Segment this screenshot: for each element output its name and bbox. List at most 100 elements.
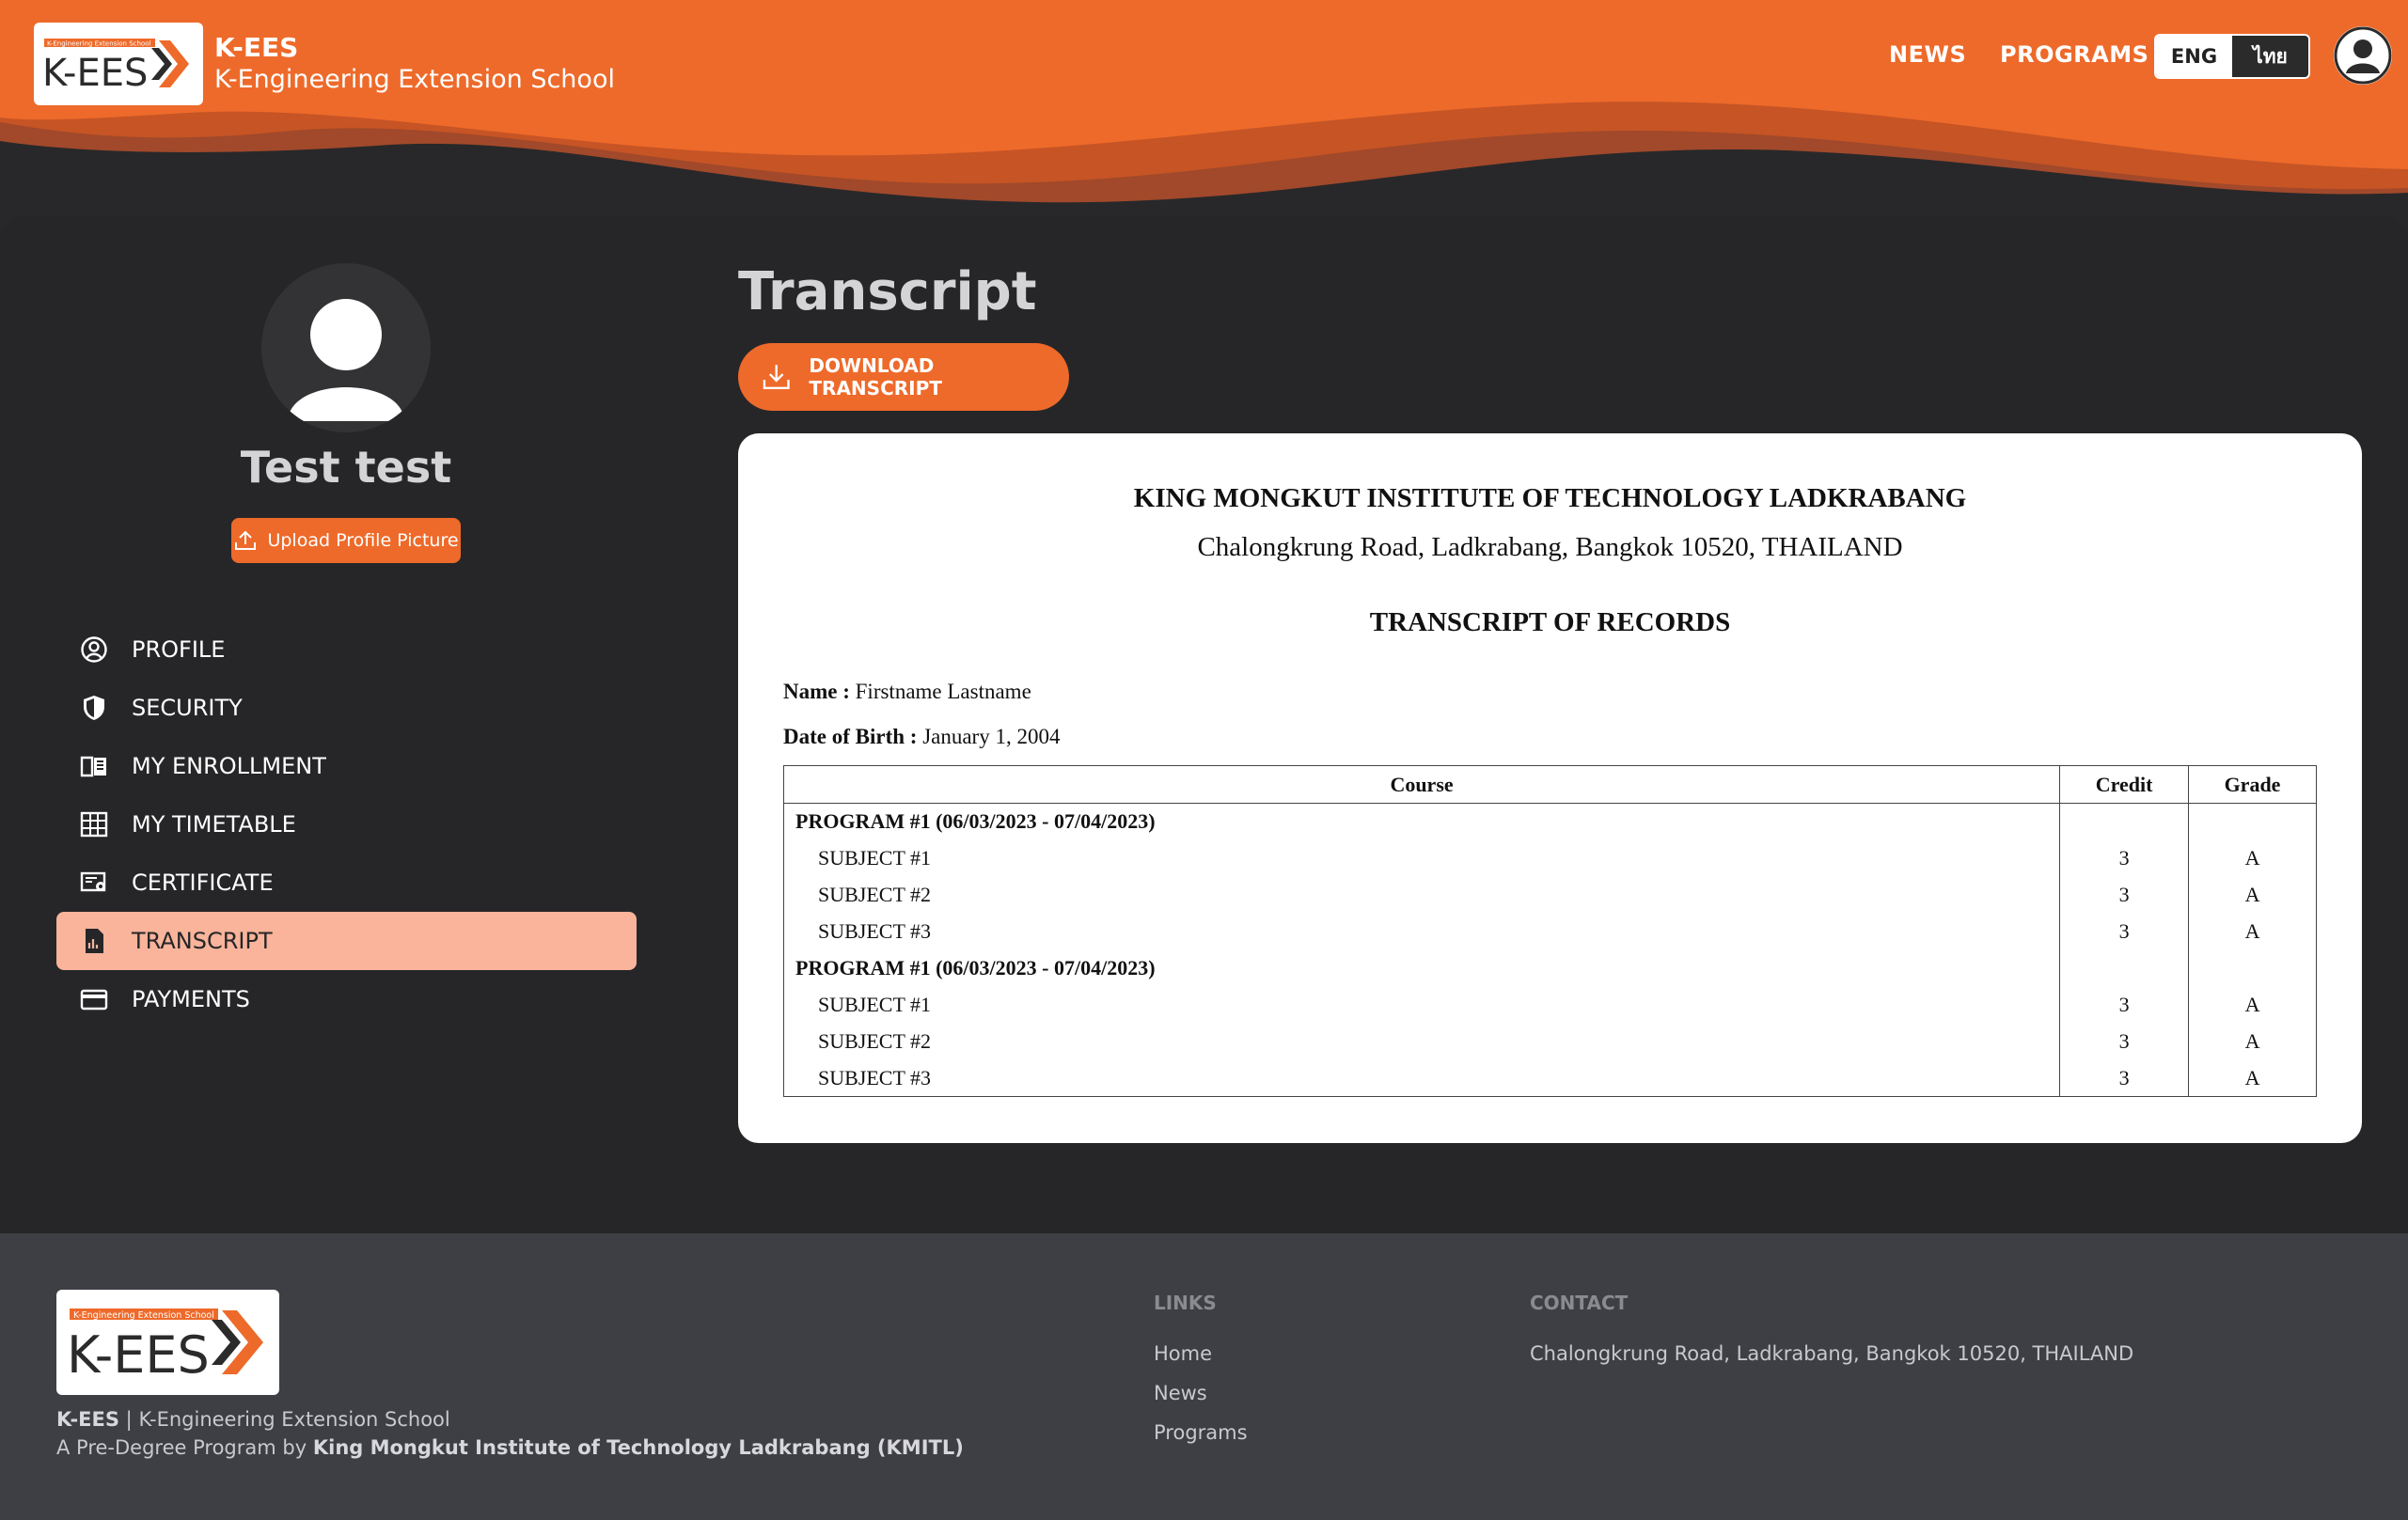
brand-title: K-EES [214,32,299,63]
name-label: Name : [783,680,850,703]
book-icon [79,751,109,781]
user-circle-icon [79,635,109,665]
sidebar-item-my-enrollment[interactable]: MY ENROLLMENT [56,737,637,795]
program-row: PROGRAM #1 (06/03/2023 - 07/04/2023) [782,949,2317,987]
brand-subtitle: K-Engineering Extension School [214,65,615,94]
account-menu-button[interactable] [2334,26,2392,85]
kees-logo-icon: K-Engineering Extension School K-EES [67,1308,263,1385]
sidebar-item-security[interactable]: SECURITY [56,679,637,737]
subject-row: SUBJECT #1 3 A [782,986,2317,1024]
footer-logo-text: K-EES [67,1325,210,1385]
sidebar-item-label: SECURITY [132,695,243,721]
credit-cell [2059,803,2190,840]
sidebar-item-profile[interactable]: PROFILE [56,620,637,679]
grade-cell: A [2188,839,2317,877]
sidebar-item-my-timetable[interactable]: MY TIMETABLE [56,795,637,854]
sidebar-item-label: MY ENROLLMENT [132,753,326,779]
course-cell: SUBJECT #3 [782,913,2061,950]
profile-avatar-icon [288,299,404,421]
grade-cell: A [2188,1059,2317,1097]
sidebar-item-label: PAYMENTS [132,986,250,1012]
credit-cell [2059,949,2190,987]
header-logo[interactable]: K-Engineering Extension School K-EES [34,23,203,105]
profile-avatar [261,263,431,432]
subject-row: SUBJECT #3 3 A [782,913,2317,950]
credit-cell: 3 [2059,876,2190,914]
download-label: DOWNLOAD TRANSCRIPT [809,354,942,400]
sidebar-item-label: MY TIMETABLE [132,811,296,838]
footer-link-programs[interactable]: Programs [1154,1421,1248,1444]
logo-text: K-EES [42,52,148,95]
grid-icon [79,809,109,839]
course-cell: SUBJECT #3 [782,1059,2061,1097]
course-cell: PROGRAM #1 (06/03/2023 - 07/04/2023) [782,803,2061,840]
footer-brand-short: K-EES [56,1408,119,1431]
logo-tagline: K-Engineering Extension School [47,40,150,48]
page-title: Transcript [738,261,1037,322]
institution-address: Chalongkrung Road, Ladkrabang, Bangkok 1… [1197,532,1903,562]
transcript-table: Course Credit Grade PROGRAM #1 (06/03/20… [782,765,2317,1097]
credit-cell: 3 [2059,986,2190,1024]
footer-separator: | [125,1408,133,1431]
column-header-course: Course [782,765,2061,804]
site-header: K-Engineering Extension School K-EES K-E… [0,0,2408,216]
footer-links-heading: LINKS [1154,1292,1217,1314]
credit-cell: 3 [2059,1059,2190,1097]
lang-eng-button[interactable]: ENG [2156,36,2232,77]
course-cell: SUBJECT #2 [782,1023,2061,1060]
grade-cell: A [2188,876,2317,914]
program-row: PROGRAM #1 (06/03/2023 - 07/04/2023) [782,803,2317,840]
download-icon [763,365,790,389]
course-cell: PROGRAM #1 (06/03/2023 - 07/04/2023) [782,949,2061,987]
column-header-grade: Grade [2188,765,2317,804]
footer-program-prefix: A Pre-Degree Program by [56,1436,307,1459]
footer-brand-long: K-Engineering Extension School [138,1408,450,1431]
grade-cell: A [2188,913,2317,950]
sidebar-menu: PROFILE SECURITY MY ENROLLMENT MY TIMETA… [56,620,637,1028]
footer-program-org: King Mongkut Institute of Technology Lad… [312,1436,964,1459]
column-header-credit: Credit [2059,765,2190,804]
subject-row: SUBJECT #3 3 A [782,1059,2317,1097]
language-switcher: ENG ไทย [2154,34,2310,79]
student-name-field: Name : Firstname Lastname [783,680,1031,704]
user-avatar-icon [2334,26,2392,85]
transcript-table-body: PROGRAM #1 (06/03/2023 - 07/04/2023) SUBJ… [782,803,2317,1097]
footer-brand-line: K-EES | K-Engineering Extension School [56,1408,450,1431]
course-cell: SUBJECT #1 [782,839,2061,877]
footer-link-news[interactable]: News [1154,1382,1207,1404]
subject-row: SUBJECT #1 3 A [782,839,2317,877]
lang-thai-button[interactable]: ไทย [2232,36,2308,77]
nav-programs[interactable]: PROGRAMS [2000,41,2148,68]
grade-cell [2188,949,2317,987]
credit-cell: 3 [2059,913,2190,950]
credit-cell: 3 [2059,839,2190,877]
grade-cell: A [2188,1023,2317,1060]
footer-program-line: A Pre-Degree Program by King Mongkut Ins… [56,1436,964,1459]
footer-logo[interactable]: K-Engineering Extension School K-EES [56,1290,279,1395]
credit-cell: 3 [2059,1023,2190,1060]
sidebar-item-certificate[interactable]: CERTIFICATE [56,854,637,912]
subject-row: SUBJECT #2 3 A [782,1023,2317,1060]
download-transcript-button[interactable]: DOWNLOAD TRANSCRIPT [738,343,1069,411]
course-cell: SUBJECT #2 [782,876,2061,914]
transcript-heading: TRANSCRIPT OF RECORDS [1369,607,1731,637]
course-cell: SUBJECT #1 [782,986,2061,1024]
sidebar-item-payments[interactable]: PAYMENTS [56,970,637,1028]
certificate-icon [79,868,109,898]
nav-news[interactable]: NEWS [1889,41,1966,68]
sidebar-item-label: CERTIFICATE [132,870,274,896]
dob-value: January 1, 2004 [922,725,1061,748]
grade-cell: A [2188,986,2317,1024]
upload-profile-picture-button[interactable]: Upload Profile Picture [231,518,461,563]
dob-label: Date of Birth : [783,725,918,748]
shield-icon [79,693,109,723]
sidebar-item-transcript[interactable]: TRANSCRIPT [56,912,637,970]
transcript-document: KING MONGKUT INSTITUTE OF TECHNOLOGY LAD… [738,433,2362,1143]
subject-row: SUBJECT #2 3 A [782,876,2317,914]
sidebar-item-label: PROFILE [132,636,226,663]
site-footer: K-Engineering Extension School K-EES K-E… [0,1233,2408,1520]
footer-link-home[interactable]: Home [1154,1342,1212,1365]
upload-label: Upload Profile Picture [267,530,459,551]
name-value: Firstname Lastname [855,680,1031,703]
date-of-birth-field: Date of Birth : January 1, 2004 [783,725,1060,749]
